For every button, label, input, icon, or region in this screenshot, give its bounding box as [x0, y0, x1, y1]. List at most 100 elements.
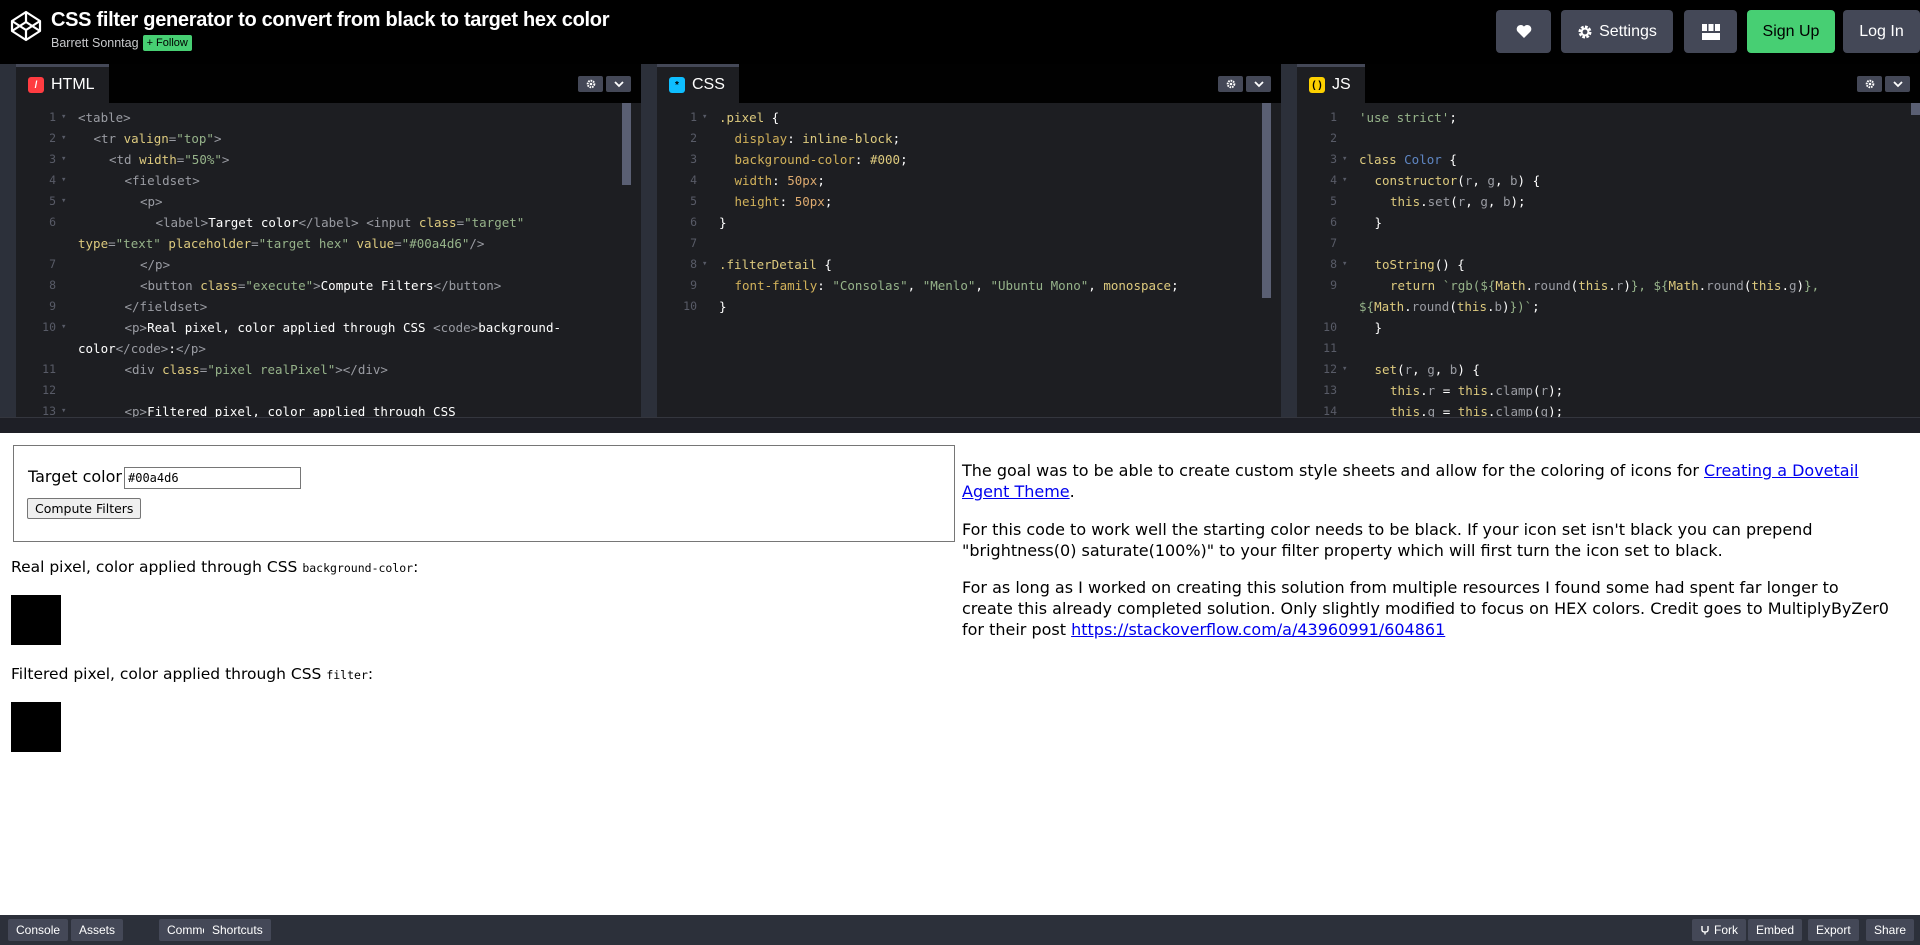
console-button[interactable]: Console — [8, 919, 69, 941]
tab-css[interactable]: * CSS — [657, 64, 739, 103]
settings-button[interactable]: Settings — [1561, 10, 1673, 53]
follow-button[interactable]: + Follow — [142, 35, 192, 51]
fold-arrow-icon[interactable]: ▾ — [61, 107, 66, 128]
code-line: 5 height: 50px; — [657, 191, 1281, 212]
result-preview: Target color Compute Filters Real pixel,… — [0, 433, 1920, 915]
code-token: 50px — [794, 194, 825, 209]
code-text: this.r = this.clamp(r); — [1390, 380, 1563, 401]
code-token: > — [313, 278, 321, 293]
fork-button[interactable]: Fork — [1692, 919, 1746, 941]
html-editor: / HTML 1 ▾ <table> 2 ▾ <tr valign="top"> 3 ▾ <td… — [16, 64, 641, 417]
embed-button[interactable]: Embed — [1748, 919, 1803, 941]
layout-grid-icon — [1701, 23, 1720, 40]
code-token: class — [1359, 152, 1405, 167]
line-number: 9 — [49, 299, 56, 313]
css-scrollbar[interactable] — [1262, 103, 1271, 298]
tab-js[interactable]: ( ) JS — [1297, 64, 1365, 103]
fold-arrow-icon[interactable]: ▾ — [61, 149, 66, 170]
filtered-pixel-suffix: : — [367, 665, 374, 683]
html-editor-header: / HTML — [16, 64, 641, 103]
stackoverflow-link[interactable]: https://stackoverflow.com/a/43960991/604… — [1071, 620, 1445, 639]
fold-arrow-icon[interactable]: ▾ — [61, 401, 66, 417]
editor-resizer-html-css[interactable] — [641, 64, 657, 417]
fold-arrow-icon[interactable]: ▾ — [1342, 170, 1347, 191]
line-number: 7 — [1330, 236, 1337, 250]
fold-arrow-icon[interactable]: ▾ — [702, 254, 707, 275]
gear-icon — [1865, 79, 1874, 89]
code-token: "Menlo" — [922, 278, 976, 293]
code-token: g — [1788, 278, 1797, 293]
css-code[interactable]: 1 ▾ .pixel {2 display: inline-block; 3 backgr… — [657, 103, 1281, 417]
code-token: </code> — [115, 341, 169, 356]
fold-arrow-icon[interactable]: ▾ — [1342, 149, 1347, 170]
code-token: </p> — [140, 257, 171, 272]
code-token: g — [1427, 362, 1435, 377]
js-code[interactable]: 1'use strict'; 2 3 ▾ class Color {4 ▾ construc… — [1297, 103, 1920, 417]
code-token: "#00a4d6" — [401, 236, 470, 251]
share-button[interactable]: Share — [1866, 919, 1915, 941]
code-token: = — [1435, 404, 1458, 417]
code-text: .pixel { — [719, 107, 779, 128]
js-scrollbar[interactable] — [1911, 103, 1920, 115]
code-token: </fieldset> — [124, 299, 208, 314]
line-number: 1 — [49, 110, 56, 124]
sign-up-button[interactable]: Sign Up — [1747, 10, 1835, 53]
code-token: : — [854, 152, 870, 167]
line-number: 1 — [1330, 110, 1337, 124]
preview-resizer[interactable] — [0, 417, 1920, 433]
css-settings-button[interactable] — [1218, 76, 1243, 92]
gear-icon — [1226, 79, 1235, 89]
code-token: width — [734, 173, 773, 188]
editor-resizer-css-js[interactable] — [1281, 64, 1297, 417]
editor-resizer-left[interactable] — [0, 64, 16, 417]
code-token: "execute" — [245, 278, 314, 293]
code-token: "text" — [115, 236, 169, 251]
html-collapse-button[interactable] — [606, 76, 631, 92]
code-line: 7 </p> — [16, 254, 641, 275]
fold-arrow-icon[interactable]: ▾ — [61, 191, 66, 212]
log-in-button[interactable]: Log In — [1843, 10, 1920, 53]
js-settings-button[interactable] — [1857, 76, 1882, 92]
code-token: ( — [1449, 299, 1457, 314]
code-line: 12 — [16, 380, 641, 401]
line-number: 2 — [1330, 131, 1337, 145]
fold-arrow-icon[interactable]: ▾ — [1342, 254, 1347, 275]
code-token: . — [1420, 404, 1428, 417]
export-button[interactable]: Export — [1808, 919, 1859, 941]
codepen-logo-icon[interactable] — [10, 10, 42, 42]
change-view-button[interactable] — [1684, 10, 1737, 53]
code-text: } — [1375, 212, 1383, 233]
code-text: <p>Filtered pixel, color applied through… — [125, 401, 456, 417]
assets-button[interactable]: Assets — [71, 919, 124, 941]
fold-arrow-icon[interactable]: ▾ — [61, 170, 66, 191]
compute-filters-button[interactable]: Compute Filters — [27, 498, 142, 519]
html-code[interactable]: 1 ▾ <table> 2 ▾ <tr valign="top"> 3 ▾ <td width=… — [16, 103, 641, 417]
code-line: 9 return `rgb(${Math.round(this.r)}, ${Ma… — [1297, 275, 1920, 296]
code-token: { — [816, 257, 832, 272]
fold-arrow-icon[interactable]: ▾ — [61, 317, 66, 338]
line-number: 7 — [49, 257, 56, 271]
fold-arrow-icon[interactable]: ▾ — [61, 128, 66, 149]
code-token: <p> — [140, 194, 163, 209]
love-button[interactable] — [1496, 10, 1551, 53]
code-token: set — [1427, 194, 1451, 209]
js-collapse-button[interactable] — [1885, 76, 1910, 92]
target-color-input[interactable] — [124, 467, 301, 489]
author-name[interactable]: Barrett Sonntag — [51, 36, 139, 50]
html-scrollbar[interactable] — [622, 103, 631, 185]
line-number: 14 — [1323, 404, 1337, 417]
description-paragraph-1: The goal was to be able to create custom… — [962, 460, 1892, 502]
filtered-pixel-text: Filtered pixel, color applied through CS… — [11, 665, 327, 683]
shortcuts-button[interactable]: Shortcuts — [204, 919, 271, 941]
line-number: 7 — [690, 236, 697, 250]
code-token: background-color — [734, 152, 855, 167]
css-collapse-button[interactable] — [1246, 76, 1271, 92]
fold-arrow-icon[interactable]: ▾ — [1342, 359, 1347, 380]
line-number: 11 — [1323, 341, 1337, 355]
code-token: ) { — [1457, 362, 1480, 377]
tab-html[interactable]: / HTML — [16, 64, 109, 103]
html-settings-button[interactable] — [578, 76, 603, 92]
fold-arrow-icon[interactable]: ▾ — [702, 107, 707, 128]
code-token: ; — [817, 173, 825, 188]
code-line: ${Math.round(this.b)})`; — [1297, 296, 1920, 317]
